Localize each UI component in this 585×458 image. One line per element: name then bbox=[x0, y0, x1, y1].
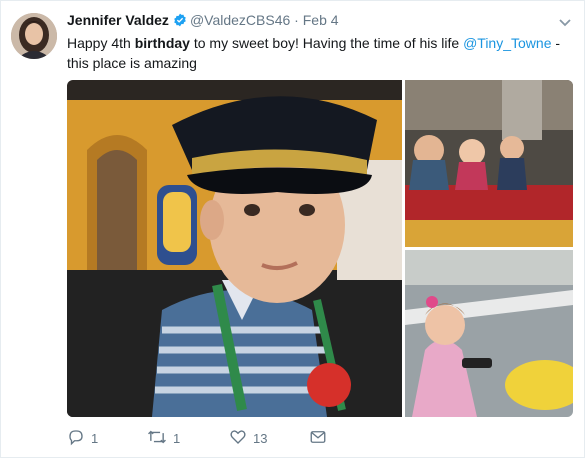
chevron-down-icon[interactable] bbox=[558, 15, 572, 33]
media-grid[interactable] bbox=[67, 80, 573, 417]
tweet-text-part: Happy 4th bbox=[67, 35, 135, 51]
reply-icon bbox=[67, 428, 85, 449]
like-button[interactable]: 13 bbox=[229, 428, 267, 449]
verified-badge-icon bbox=[173, 13, 187, 30]
photo-boy-captain-hat[interactable] bbox=[67, 80, 402, 417]
tweet-text: Happy 4th birthday to my sweet boy! Havi… bbox=[67, 33, 567, 73]
tweet-text-part: to my sweet boy! Having the time of his … bbox=[189, 35, 464, 51]
author-handle[interactable]: @ValdezCBS46 bbox=[190, 12, 290, 28]
tweet-header: Jennifer Valdez @ValdezCBS46 · Feb 4 bbox=[67, 12, 339, 30]
avatar[interactable] bbox=[11, 13, 57, 59]
reply-count: 1 bbox=[91, 431, 99, 446]
reply-button[interactable]: 1 bbox=[67, 428, 98, 449]
like-icon bbox=[229, 428, 247, 449]
tweet-text-bold: birthday bbox=[134, 35, 190, 51]
message-icon bbox=[309, 428, 327, 449]
retweet-button[interactable]: 1 bbox=[147, 428, 180, 449]
mention-link[interactable]: @Tiny_Towne bbox=[463, 35, 551, 51]
photo-kids-on-train[interactable] bbox=[405, 80, 573, 247]
like-count: 13 bbox=[253, 431, 268, 446]
separator-dot: · bbox=[294, 12, 299, 28]
photo-girl-in-kart[interactable] bbox=[405, 250, 573, 417]
author-name[interactable]: Jennifer Valdez bbox=[67, 12, 169, 28]
tweet-card[interactable]: Jennifer Valdez @ValdezCBS46 · Feb 4 Happ… bbox=[0, 0, 585, 458]
avatar-image bbox=[11, 13, 57, 59]
direct-message-button[interactable] bbox=[309, 428, 327, 449]
retweet-icon bbox=[147, 428, 167, 449]
retweet-count: 1 bbox=[173, 431, 181, 446]
tweet-date[interactable]: Feb 4 bbox=[303, 12, 339, 28]
tweet-actions: 1 1 13 bbox=[67, 428, 487, 450]
